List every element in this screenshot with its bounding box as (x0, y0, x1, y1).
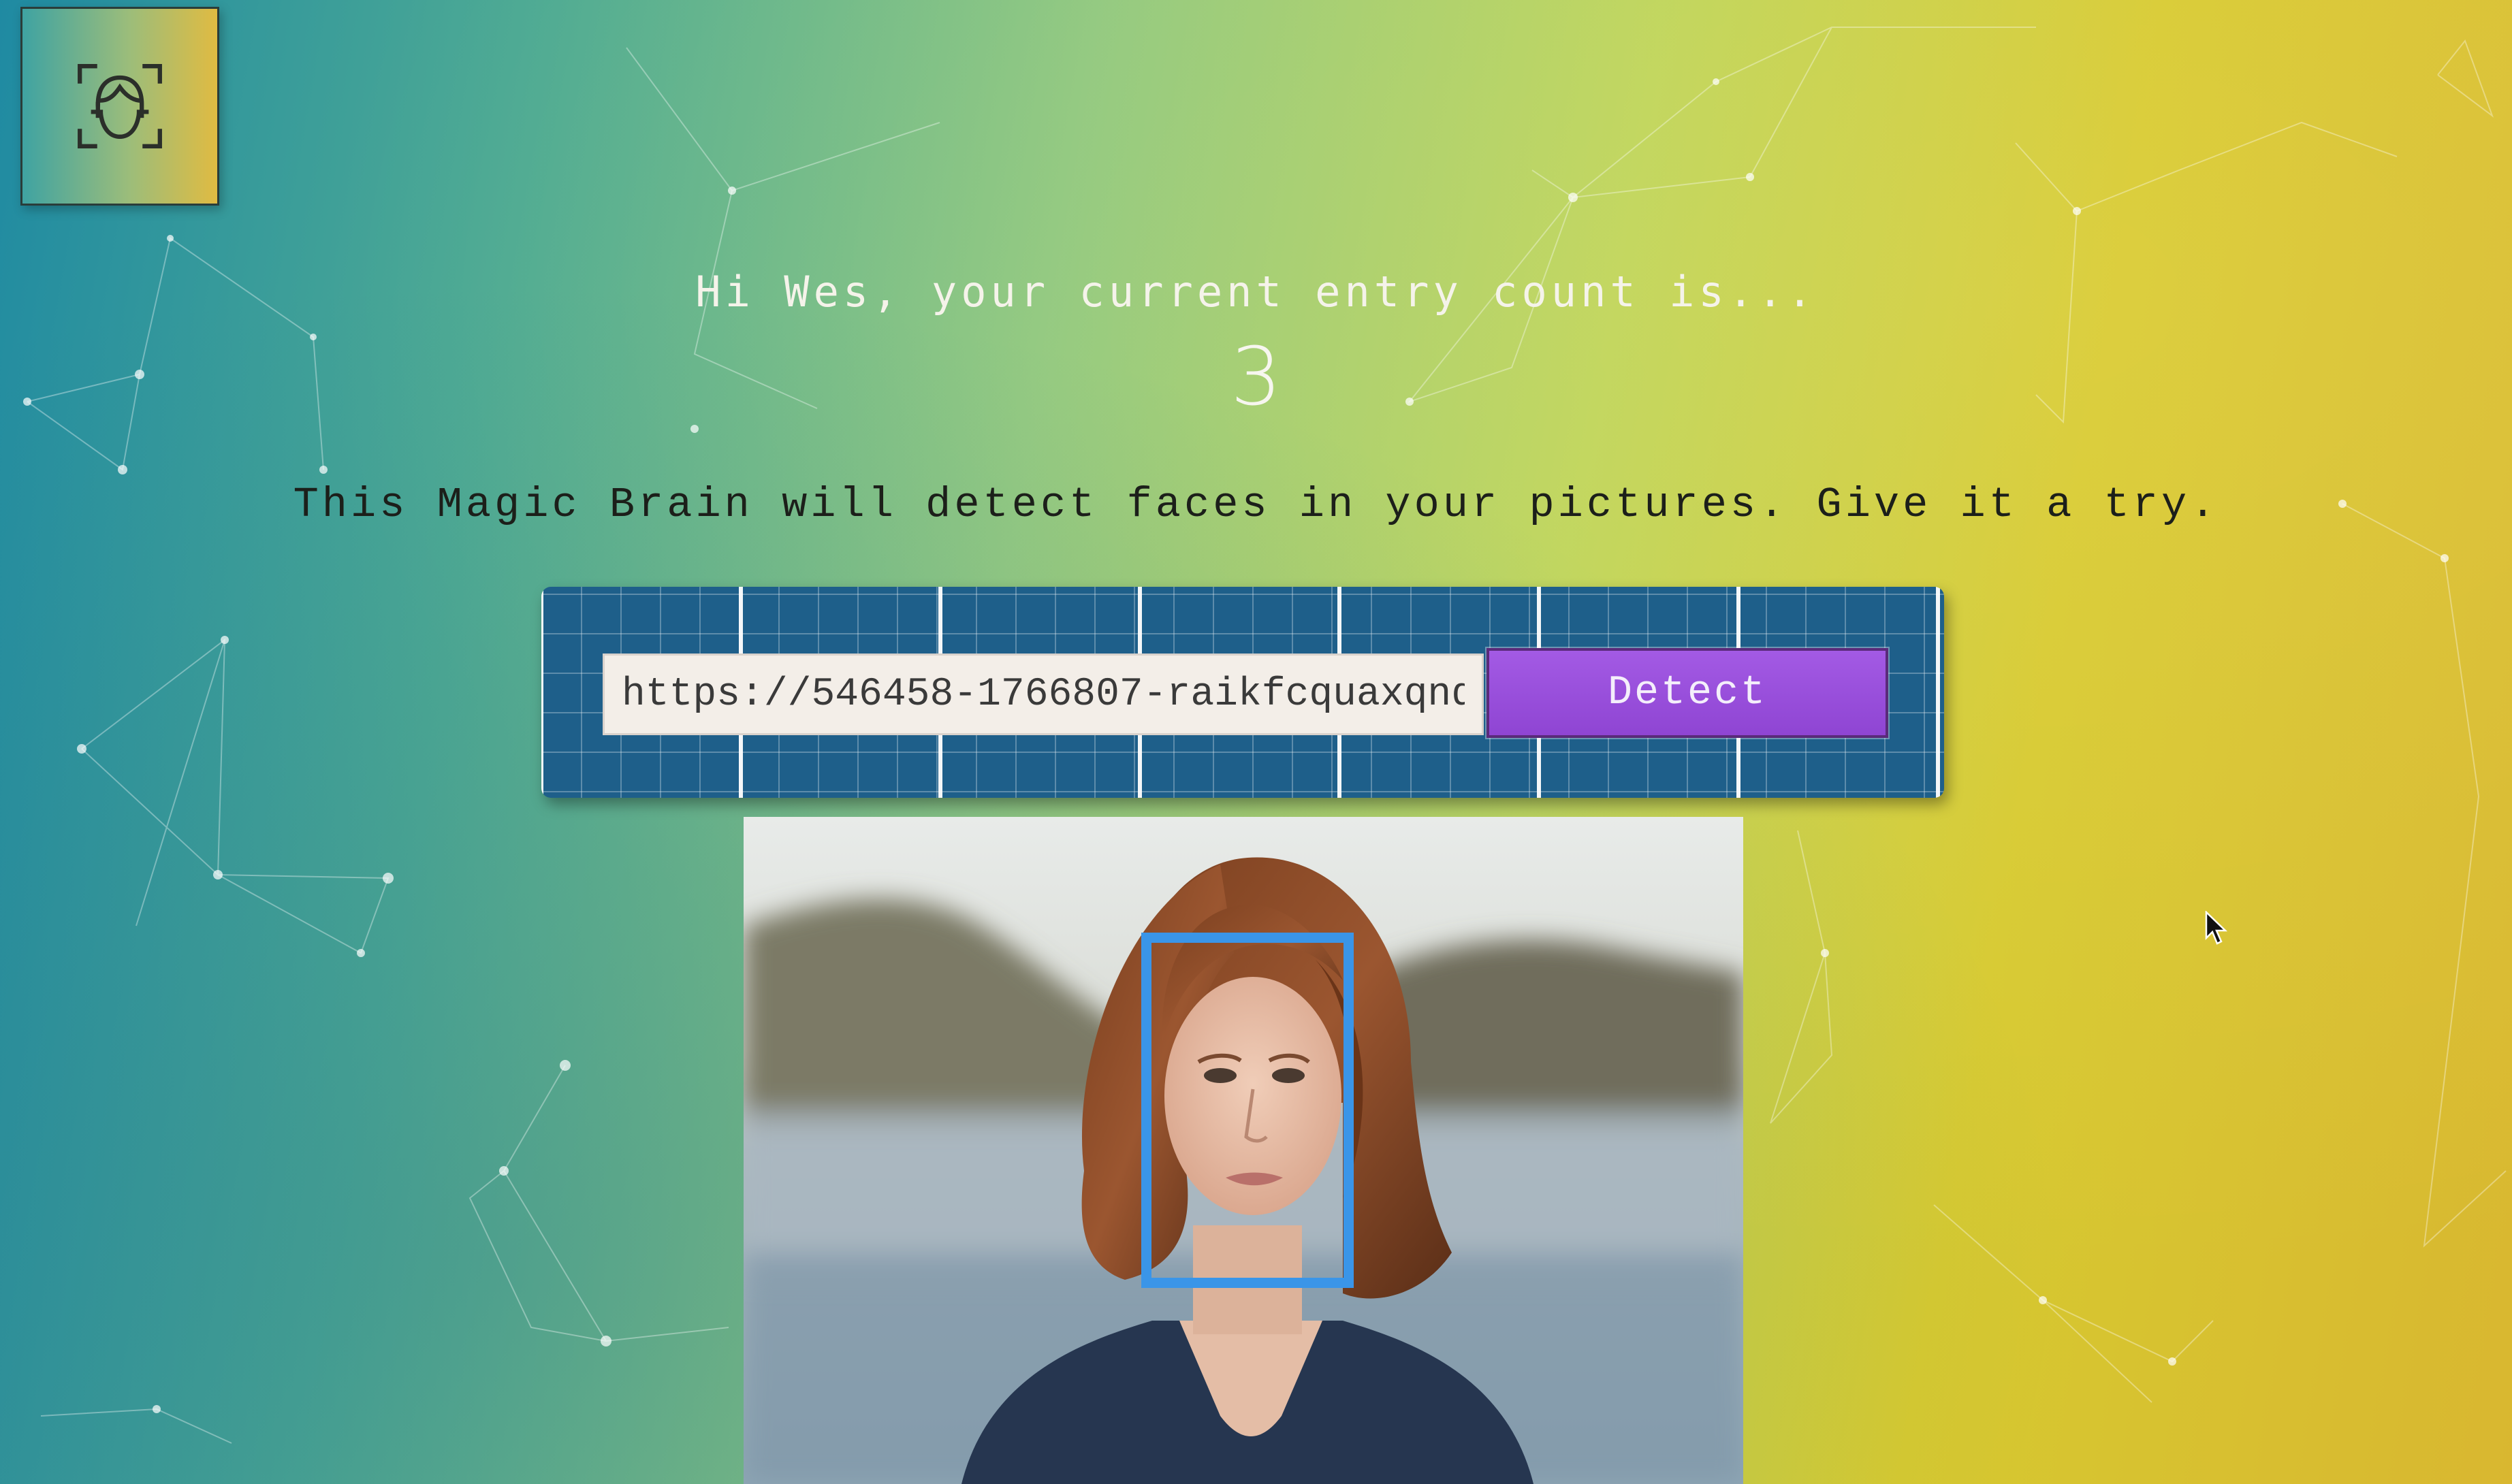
entry-count: 3 (1230, 329, 1282, 423)
tagline: This Magic Brain will detect faces in yo… (293, 481, 2219, 529)
image-url-input[interactable] (603, 654, 1484, 735)
face-recognition-icon (78, 64, 162, 148)
image-url-form: Detect (541, 587, 1944, 798)
result-image (744, 817, 1743, 1484)
mouse-cursor-icon (2205, 911, 2228, 945)
detect-button[interactable]: Detect (1486, 648, 1888, 738)
face-bounding-box (1141, 933, 1354, 1288)
logo[interactable] (20, 7, 219, 206)
greeting-message: Hi Wes, your current entry count is... (695, 267, 1817, 317)
